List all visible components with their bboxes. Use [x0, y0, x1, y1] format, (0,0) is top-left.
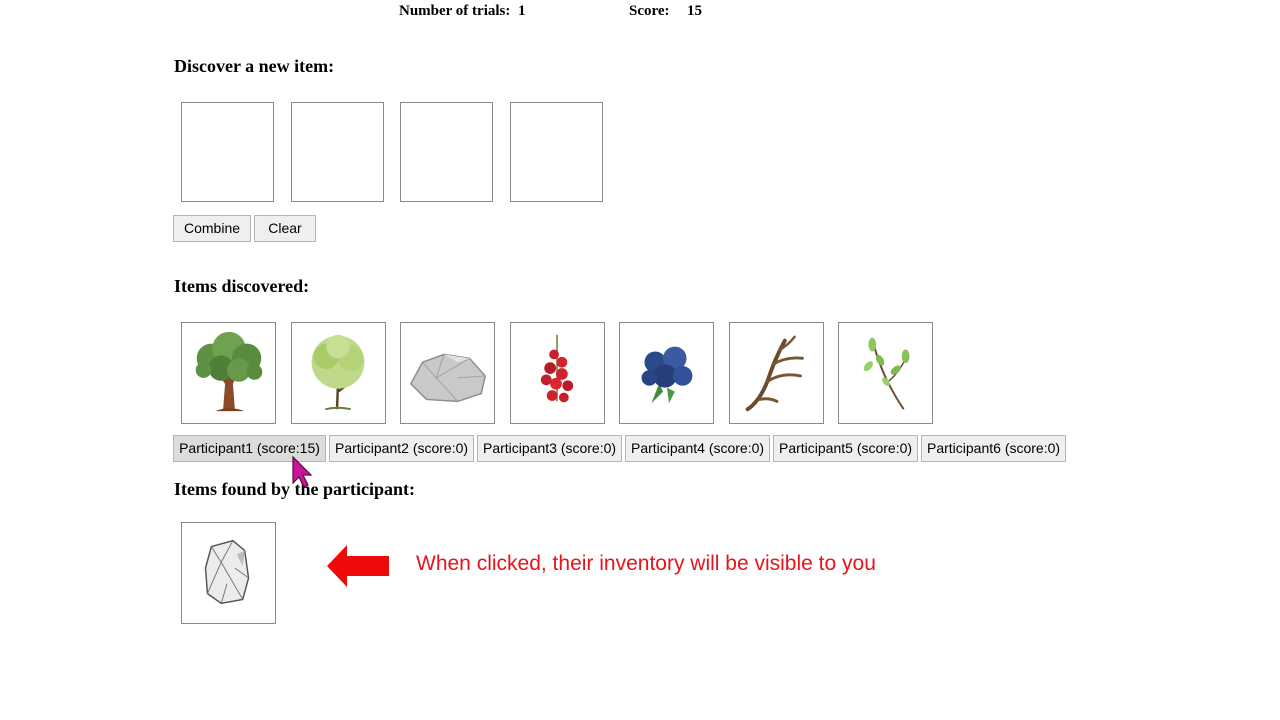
discovered-item[interactable]: [729, 322, 824, 424]
participant6-button[interactable]: Participant6 (score:0): [921, 435, 1066, 462]
participant3-button[interactable]: Participant3 (score:0): [477, 435, 622, 462]
rock-icon: [409, 353, 486, 403]
combine-slot-2[interactable]: [291, 102, 384, 202]
combine-slot-1[interactable]: [181, 102, 274, 202]
combine-button[interactable]: Combine: [173, 215, 251, 242]
status-bar: Number of trials: 1 Score: 15: [0, 3, 1280, 21]
left-arrow-icon: [327, 545, 389, 587]
combine-slot-3[interactable]: [400, 102, 493, 202]
trials-label: Number of trials:: [399, 3, 511, 19]
young-tree-icon: [311, 334, 365, 411]
participant4-button[interactable]: Participant4 (score:0): [625, 435, 770, 462]
oak-tree-icon: [195, 331, 263, 412]
discovered-item[interactable]: [510, 322, 605, 424]
antler-icon: [745, 335, 804, 412]
participant5-button[interactable]: Participant5 (score:0): [773, 435, 918, 462]
discovered-heading: Items discovered:: [174, 276, 310, 296]
trials-value: 1: [518, 3, 526, 19]
flint-stone-icon: [204, 539, 250, 605]
combine-slot-4[interactable]: [510, 102, 603, 202]
discovered-item[interactable]: [291, 322, 386, 424]
discover-heading: Discover a new item:: [174, 56, 335, 76]
discovered-item[interactable]: [400, 322, 495, 424]
participant-found-item[interactable]: [181, 522, 276, 624]
discovered-item[interactable]: [181, 322, 276, 424]
annotation-text: When clicked, their inventory will be vi…: [416, 552, 876, 575]
score-value: 15: [687, 3, 702, 19]
participant2-button[interactable]: Participant2 (score:0): [329, 435, 474, 462]
twig-icon: [863, 337, 910, 410]
discovered-item[interactable]: [838, 322, 933, 424]
clear-button[interactable]: Clear: [254, 215, 316, 242]
score-label: Score:: [629, 3, 670, 19]
red-currant-icon: [540, 334, 574, 403]
mouse-pointer-icon: [292, 455, 313, 488]
blueberry-icon: [641, 346, 693, 404]
discovered-item[interactable]: [619, 322, 714, 424]
